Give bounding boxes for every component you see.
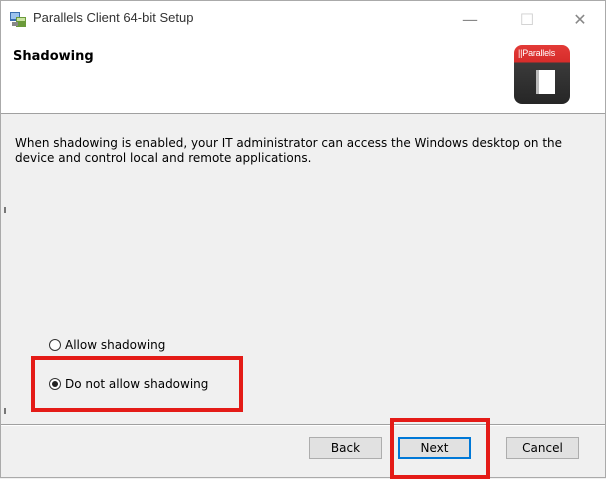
minimize-button[interactable]: — (447, 1, 493, 37)
window-title: Parallels Client 64-bit Setup (33, 10, 194, 25)
footer-divider-highlight (1, 425, 605, 426)
edge-mark (4, 408, 6, 414)
edge-mark (4, 207, 6, 213)
cancel-button[interactable]: Cancel (506, 437, 579, 459)
parallels-logo-icon: ||Parallels (514, 45, 570, 104)
back-button[interactable]: Back (309, 437, 382, 459)
radio-icon[interactable] (49, 339, 61, 351)
allow-shadowing-radio[interactable]: Allow shadowing (49, 338, 165, 352)
installer-app-icon (10, 12, 26, 27)
shadowing-description: When shadowing is enabled, your IT admin… (15, 136, 563, 165)
logo-text: ||Parallels (518, 48, 555, 58)
highlight-box-deny-option (31, 356, 243, 412)
page-title: Shadowing (13, 49, 94, 64)
highlight-box-next-button (390, 418, 490, 479)
title-bar[interactable]: Parallels Client 64-bit Setup — ☐ ✕ (1, 1, 605, 37)
maximize-button[interactable]: ☐ (504, 1, 550, 37)
close-button[interactable]: ✕ (557, 1, 603, 37)
allow-shadowing-label[interactable]: Allow shadowing (65, 338, 165, 352)
setup-window: Parallels Client 64-bit Setup — ☐ ✕ Shad… (0, 0, 606, 479)
page-header: Shadowing ||Parallels (1, 37, 605, 114)
logo-door-shape (536, 70, 555, 94)
